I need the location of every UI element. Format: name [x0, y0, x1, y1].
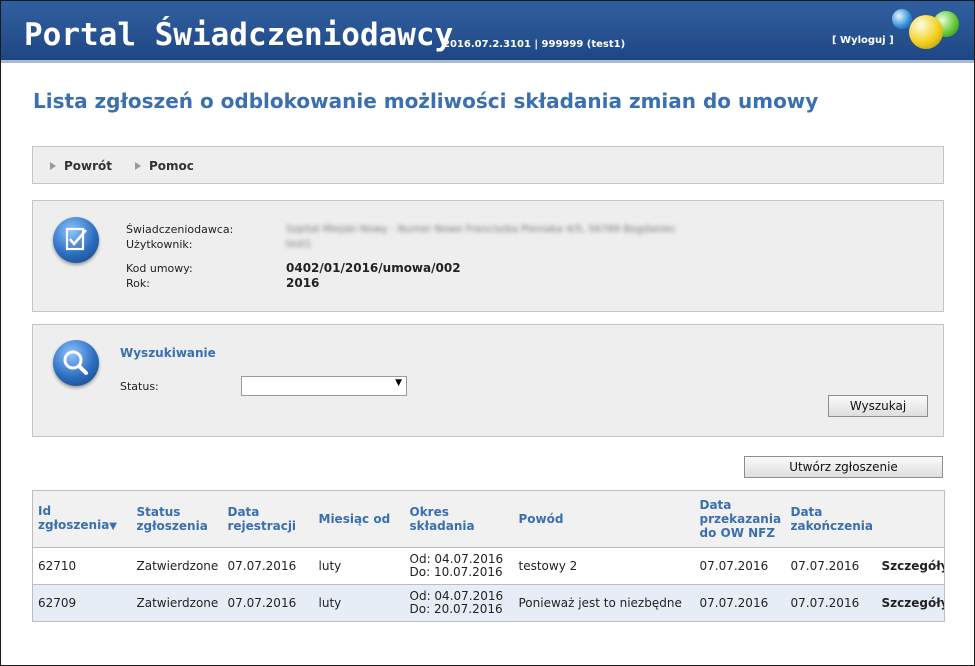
user-label: Użytkownik:	[126, 238, 193, 251]
cell-id: 62710	[32, 547, 132, 585]
info-panel: Świadczeniodawca: Szpital Miejski Nowy -…	[32, 200, 944, 312]
contract-label: Kod umowy:	[126, 262, 193, 275]
nav-item-label: Pomoc	[149, 159, 194, 173]
triangle-right-icon	[135, 162, 141, 170]
cell-registration-date: 07.07.2016	[222, 584, 314, 622]
column-header-status[interactable]: Status zgłoszenia	[131, 490, 223, 548]
column-header-id[interactable]: Id zgłoszenia▼	[32, 490, 132, 548]
table-row: 62710 Zatwierdzone 07.07.2016 luty Od: 0…	[32, 547, 945, 585]
app-title: Portal Świadczeniodawcy	[24, 17, 454, 53]
details-link[interactable]: Szczegóły	[876, 547, 945, 585]
sort-down-icon: ▼	[109, 521, 117, 532]
column-header-period[interactable]: Okres składania	[404, 490, 514, 548]
cell-status: Zatwierdzone	[131, 584, 223, 622]
provider-value: Szpital Miejski Nowy - Numer Nowe Franci…	[286, 224, 676, 235]
year-label: Rok:	[126, 277, 150, 290]
provider-label: Świadczeniodawca:	[126, 223, 234, 236]
cell-month-from: luty	[313, 584, 405, 622]
cell-id: 62709	[32, 584, 132, 622]
dropdown-arrow-icon: ▼	[395, 378, 402, 388]
column-header-transfer-date[interactable]: Data przekazania do OW NFZ	[694, 490, 786, 548]
cell-end-date: 07.07.2016	[785, 584, 877, 622]
column-header-reason[interactable]: Powód	[513, 490, 695, 548]
search-heading: Wyszukiwanie	[120, 346, 216, 360]
cell-month-from: luty	[313, 547, 405, 585]
column-header-actions	[876, 490, 945, 548]
column-header-registration-date[interactable]: Data rejestracji	[222, 490, 314, 548]
column-header-label: Id zgłoszenia	[38, 504, 110, 532]
header-bar: Portal Świadczeniodawcy 2016.07.2.3101 |…	[1, 1, 974, 63]
search-panel: Wyszukiwanie Status: ▼ Wyszukaj	[32, 324, 944, 437]
year-value: 2016	[286, 276, 320, 290]
cell-transfer-date: 07.07.2016	[694, 584, 786, 622]
column-header-month-from[interactable]: Miesiąc od	[313, 490, 405, 548]
table-row: 62709 Zatwierdzone 07.07.2016 luty Od: 0…	[32, 584, 945, 622]
app-window: Portal Świadczeniodawcy 2016.07.2.3101 |…	[0, 0, 975, 666]
cell-reason: Ponieważ jest to niezbędne	[513, 584, 695, 622]
search-button[interactable]: Wyszukaj	[828, 395, 928, 417]
period-to: Do: 20.07.2016	[409, 602, 503, 616]
cell-transfer-date: 07.07.2016	[694, 547, 786, 585]
create-request-button[interactable]: Utwórz zgłoszenie	[744, 456, 943, 478]
version-info: 2016.07.2.3101 | 999999 (test1)	[443, 39, 626, 50]
page-title: Lista zgłoszeń o odblokowanie możliwości…	[33, 89, 819, 113]
nav-item-help[interactable]: Pomoc	[135, 159, 194, 173]
details-link[interactable]: Szczegóły	[876, 584, 945, 622]
logout-link[interactable]: [ Wyloguj ]	[832, 35, 894, 46]
nav-item-back[interactable]: Powrót	[50, 159, 112, 173]
user-value: test1	[286, 239, 312, 250]
status-select[interactable]: ▼	[241, 376, 407, 396]
table-header-row: Id zgłoszenia▼ Status zgłoszenia Data re…	[32, 490, 945, 548]
cell-end-date: 07.07.2016	[785, 547, 877, 585]
cell-status: Zatwierdzone	[131, 547, 223, 585]
cell-reason: testowy 2	[513, 547, 695, 585]
status-label: Status:	[120, 380, 159, 393]
cell-period: Od: 04.07.2016 Do: 10.07.2016	[404, 547, 514, 585]
cell-period: Od: 04.07.2016 Do: 20.07.2016	[404, 584, 514, 622]
nav-panel: Powrót Pomoc	[32, 146, 944, 184]
nav-item-label: Powrót	[64, 159, 113, 173]
checklist-icon	[53, 217, 99, 263]
magnifier-icon	[53, 340, 99, 386]
requests-table: Id zgłoszenia▼ Status zgłoszenia Data re…	[32, 490, 945, 622]
contract-value: 0402/01/2016/umowa/002	[286, 261, 461, 275]
yellow-ball-icon	[909, 15, 943, 49]
column-header-end-date[interactable]: Data zakończenia	[785, 490, 877, 548]
period-to: Do: 10.07.2016	[409, 565, 503, 579]
logo-balls-icon	[887, 7, 967, 57]
cell-registration-date: 07.07.2016	[222, 547, 314, 585]
triangle-right-icon	[50, 162, 56, 170]
